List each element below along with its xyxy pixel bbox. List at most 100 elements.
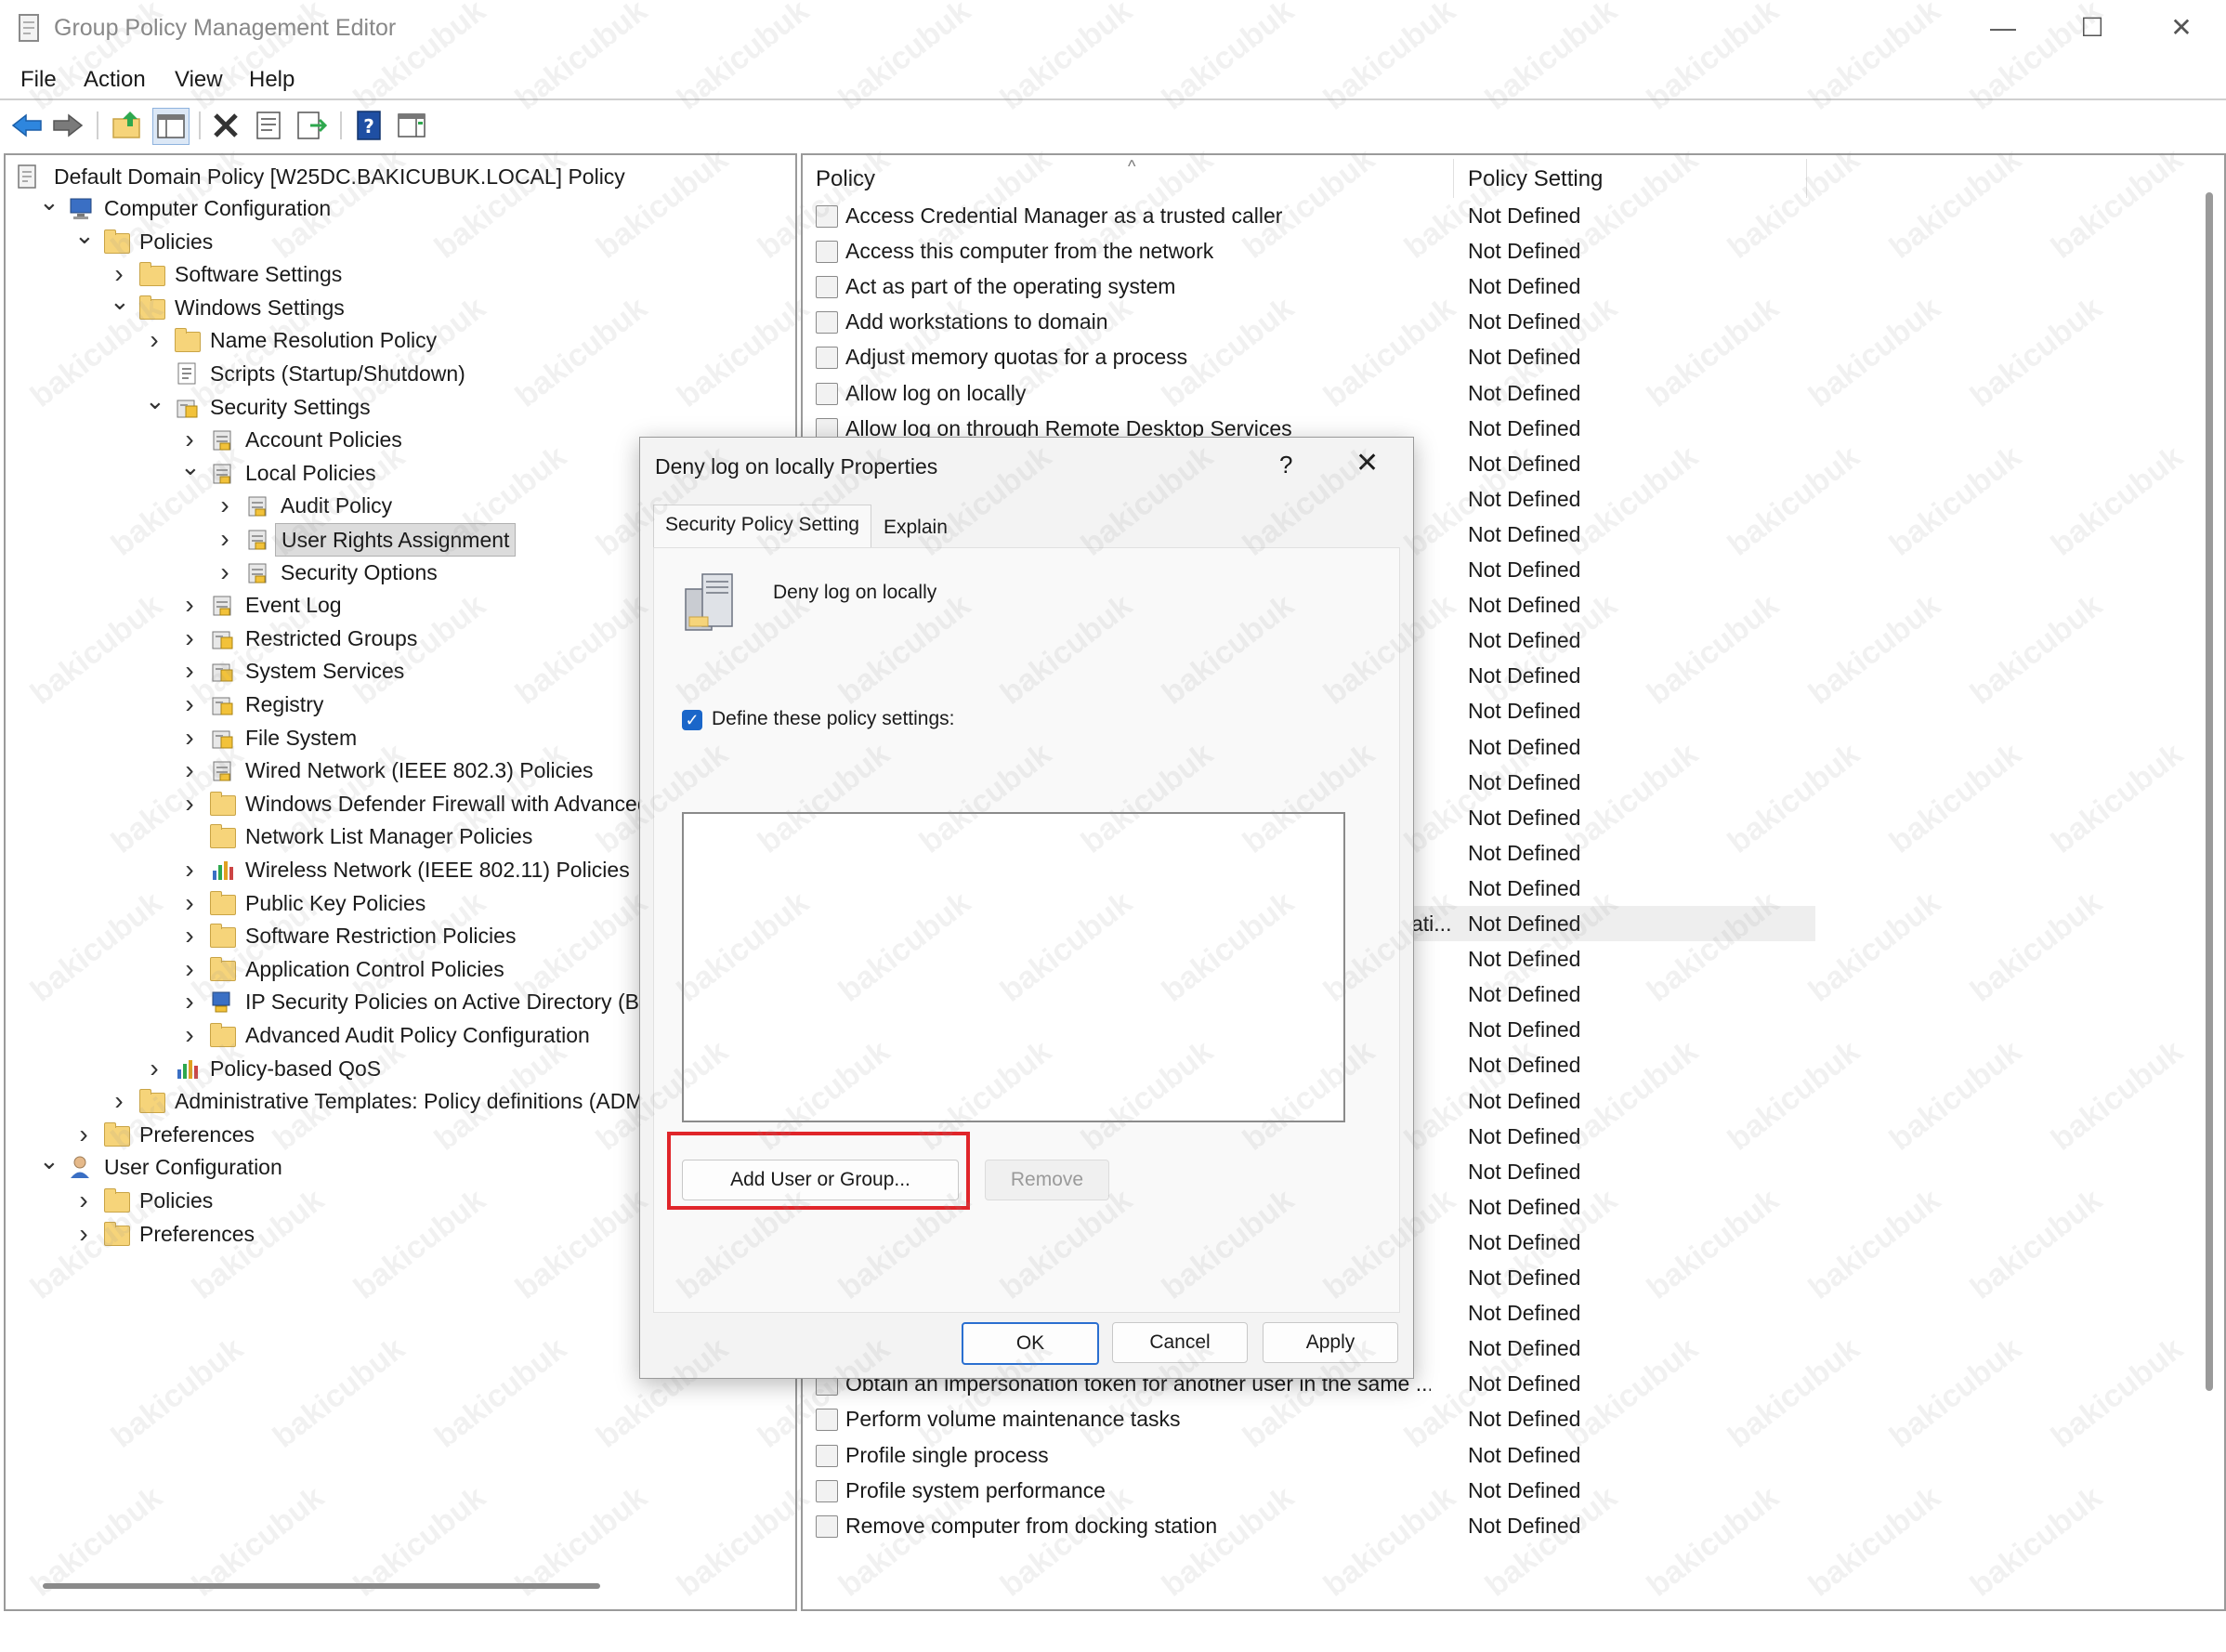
close-window-button[interactable]: ✕: [2154, 7, 2209, 48]
chevron-right-icon[interactable]: ›: [145, 324, 164, 356]
chevron-right-icon[interactable]: ›: [180, 788, 199, 819]
up-folder-icon[interactable]: [110, 108, 145, 143]
policy-setting-cell: Not Defined: [1468, 309, 1581, 334]
chevron-right-icon[interactable]: ›: [74, 1119, 93, 1150]
chevron-right-icon[interactable]: ›: [180, 1019, 199, 1051]
help-icon[interactable]: ?: [351, 108, 386, 143]
chevron-down-icon[interactable]: ⌄: [110, 289, 130, 323]
chevron-right-icon[interactable]: ›: [74, 1185, 93, 1216]
delete-icon[interactable]: [208, 108, 243, 143]
svg-text:?: ?: [363, 115, 374, 138]
chevron-right-icon[interactable]: ›: [110, 1085, 128, 1117]
chevron-down-icon[interactable]: ⌄: [180, 454, 201, 489]
tree-item-label: Network List Manager Policies: [245, 824, 533, 849]
properties-icon[interactable]: [251, 108, 286, 143]
policy-setting-cell: Not Defined: [1468, 451, 1581, 476]
column-header-policy-setting[interactable]: Policy Setting: [1468, 166, 1603, 192]
chevron-right-icon[interactable]: ›: [180, 655, 199, 687]
toolbar-separator: [340, 111, 342, 139]
chevron-right-icon[interactable]: ›: [180, 920, 199, 951]
cancel-button[interactable]: Cancel: [1112, 1322, 1248, 1363]
maximize-button[interactable]: ☐: [2064, 7, 2120, 48]
tab-content: Deny log on locally ✓ Define these polic…: [653, 547, 1400, 1313]
chevron-right-icon[interactable]: ›: [180, 986, 199, 1017]
users-groups-list[interactable]: [682, 812, 1345, 1122]
table-row[interactable]: Remove computer from docking station Not …: [803, 1508, 1815, 1543]
dialog-help-button[interactable]: ?: [1279, 451, 1292, 479]
table-row[interactable]: Act as part of the operating system Not D…: [803, 269, 1815, 304]
chevron-right-icon[interactable]: ›: [180, 424, 199, 455]
tree-item-label: Policies: [139, 229, 214, 254]
tree-item-label: File System: [245, 725, 358, 750]
table-row[interactable]: Add workstations to domain Not Defined: [803, 304, 1815, 339]
tree-item-label: Software Settings: [175, 262, 343, 287]
forward-icon[interactable]: [50, 108, 85, 143]
chevron-right-icon[interactable]: ›: [180, 688, 199, 720]
chevron-right-icon[interactable]: ›: [145, 1053, 164, 1084]
tree-item-label: Administrative Templates: Policy definit…: [175, 1089, 658, 1114]
tab-explain[interactable]: Explain: [872, 508, 959, 547]
script-icon: [175, 361, 199, 386]
table-row[interactable]: Allow log on locally Not Defined: [803, 375, 1815, 411]
tree-item-label: IP Security Policies on Active Directory…: [245, 990, 668, 1015]
table-row[interactable]: Access this computer from the network Not…: [803, 233, 1815, 269]
chevron-right-icon[interactable]: ›: [110, 258, 128, 290]
show-hide-tree-icon[interactable]: [152, 108, 190, 145]
chevron-down-icon[interactable]: ⌄: [145, 388, 165, 423]
policy-settings-icon: [210, 427, 234, 452]
chevron-right-icon[interactable]: ›: [180, 953, 199, 985]
chevron-down-icon[interactable]: ⌄: [39, 1148, 59, 1183]
dialog-close-button[interactable]: ✕: [1355, 447, 1379, 479]
policy-name-cell: Perform volume maintenance tasks: [845, 1407, 1181, 1432]
chevron-right-icon[interactable]: ›: [216, 490, 234, 521]
menu-action[interactable]: Action: [84, 67, 146, 93]
remove-button[interactable]: Remove: [985, 1160, 1109, 1200]
chevron-right-icon[interactable]: ›: [180, 623, 199, 654]
menu-file[interactable]: File: [20, 67, 57, 93]
policy-setting-cell: Not Defined: [1468, 274, 1581, 299]
tab-security-policy-setting[interactable]: Security Policy Setting: [653, 505, 871, 548]
chevron-right-icon[interactable]: ›: [216, 523, 234, 555]
tree-item-label: Registry: [245, 692, 324, 716]
chevron-right-icon[interactable]: ›: [180, 887, 199, 919]
policy-name-cell: Act as part of the operating system: [845, 274, 1176, 299]
policy-item-icon: [816, 382, 838, 405]
ok-button[interactable]: OK: [962, 1322, 1099, 1365]
back-icon[interactable]: [9, 108, 45, 143]
chevron-right-icon[interactable]: ›: [74, 1218, 93, 1250]
define-policy-checkbox[interactable]: ✓: [682, 710, 702, 730]
table-row[interactable]: Profile system performance Not Defined: [803, 1473, 1815, 1508]
horizontal-scrollbar[interactable]: [43, 1583, 600, 1589]
table-row[interactable]: Perform volume maintenance tasks Not Defi…: [803, 1401, 1815, 1436]
menu-view[interactable]: View: [175, 67, 223, 93]
chevron-right-icon[interactable]: ›: [180, 754, 199, 786]
folder-icon: [104, 1221, 130, 1246]
chevron-right-icon[interactable]: ›: [180, 722, 199, 754]
user-icon: [69, 1155, 93, 1179]
table-row[interactable]: Profile single process Not Defined: [803, 1437, 1815, 1473]
chevron-down-icon[interactable]: ⌄: [39, 190, 59, 224]
table-row[interactable]: Adjust memory quotas for a process Not De…: [803, 339, 1815, 374]
properties-dialog: Deny log on locally Properties ? ✕ Secur…: [639, 437, 1414, 1379]
minimize-button[interactable]: —: [1975, 7, 2031, 48]
apply-button[interactable]: Apply: [1263, 1322, 1398, 1363]
vertical-scrollbar[interactable]: [2206, 192, 2213, 1391]
show-action-pane-icon[interactable]: [394, 108, 429, 143]
chevron-right-icon[interactable]: ›: [180, 589, 199, 621]
chevron-right-icon[interactable]: ›: [216, 557, 234, 588]
lock-icon: [210, 626, 234, 650]
table-row[interactable]: Access Credential Manager as a trusted c…: [803, 198, 1815, 233]
policy-setting-cell: Not Defined: [1468, 1123, 1581, 1148]
tree-item-label: Event Log: [245, 593, 342, 618]
menu-help[interactable]: Help: [249, 67, 295, 93]
policy-name-cell: Access this computer from the network: [845, 239, 1214, 264]
tree-item-label: Application Control Policies: [245, 956, 504, 981]
policy-setting-cell: Not Defined: [1468, 1513, 1581, 1538]
folder-icon: [210, 1023, 236, 1047]
export-list-icon[interactable]: [294, 108, 329, 143]
tree-item-label: Software Restriction Policies: [245, 924, 517, 949]
chevron-down-icon[interactable]: ⌄: [74, 223, 95, 257]
column-header-policy[interactable]: Policy: [816, 166, 875, 192]
tree-item-label: Advanced Audit Policy Configuration: [245, 1023, 590, 1047]
chevron-right-icon[interactable]: ›: [180, 854, 199, 885]
